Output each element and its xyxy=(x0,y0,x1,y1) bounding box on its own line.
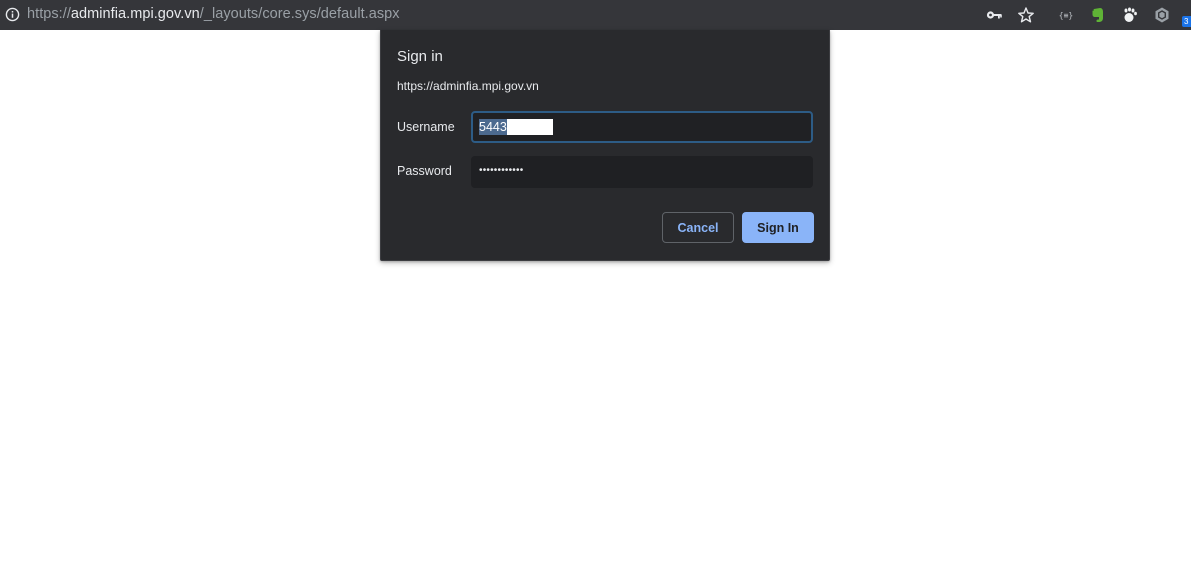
evernote-icon[interactable] xyxy=(1089,6,1107,24)
sign-in-dialog: Sign in https://adminfia.mpi.gov.vn User… xyxy=(380,30,830,261)
password-label: Password xyxy=(397,164,452,178)
browser-toolbar: https://adminfia.mpi.gov.vn/_layouts/cor… xyxy=(0,0,1191,30)
password-field[interactable]: •••••••••••• xyxy=(471,156,813,188)
svg-text:{≡}: {≡} xyxy=(1059,11,1073,20)
username-label: Username xyxy=(397,120,455,134)
dialog-origin: https://adminfia.mpi.gov.vn xyxy=(397,79,539,93)
star-icon[interactable] xyxy=(1017,6,1035,24)
info-icon[interactable] xyxy=(5,7,20,22)
username-value: 5443 xyxy=(479,119,507,135)
url-path: /_layouts/core.sys/default.aspx xyxy=(199,6,400,22)
url-text[interactable]: https://adminfia.mpi.gov.vn/_layouts/cor… xyxy=(27,6,400,22)
extension-icon[interactable]: {≡} xyxy=(1057,6,1075,24)
username-value-wrap: 5443 xyxy=(479,119,553,135)
cancel-button[interactable]: Cancel xyxy=(662,212,734,243)
key-icon[interactable] xyxy=(985,6,1003,24)
username-field[interactable]: 5443 xyxy=(471,111,813,143)
url-scheme: https:// xyxy=(27,6,71,22)
dialog-title: Sign in xyxy=(397,48,443,65)
redaction-box xyxy=(506,119,553,135)
extension-badge: 3 xyxy=(1182,16,1191,27)
sign-in-button[interactable]: Sign In xyxy=(742,212,814,243)
password-mask: •••••••••••• xyxy=(479,165,524,176)
gnome-foot-icon[interactable] xyxy=(1121,6,1139,24)
url-host: adminfia.mpi.gov.vn xyxy=(70,6,200,22)
hexagon-extension-icon[interactable] xyxy=(1153,6,1171,24)
